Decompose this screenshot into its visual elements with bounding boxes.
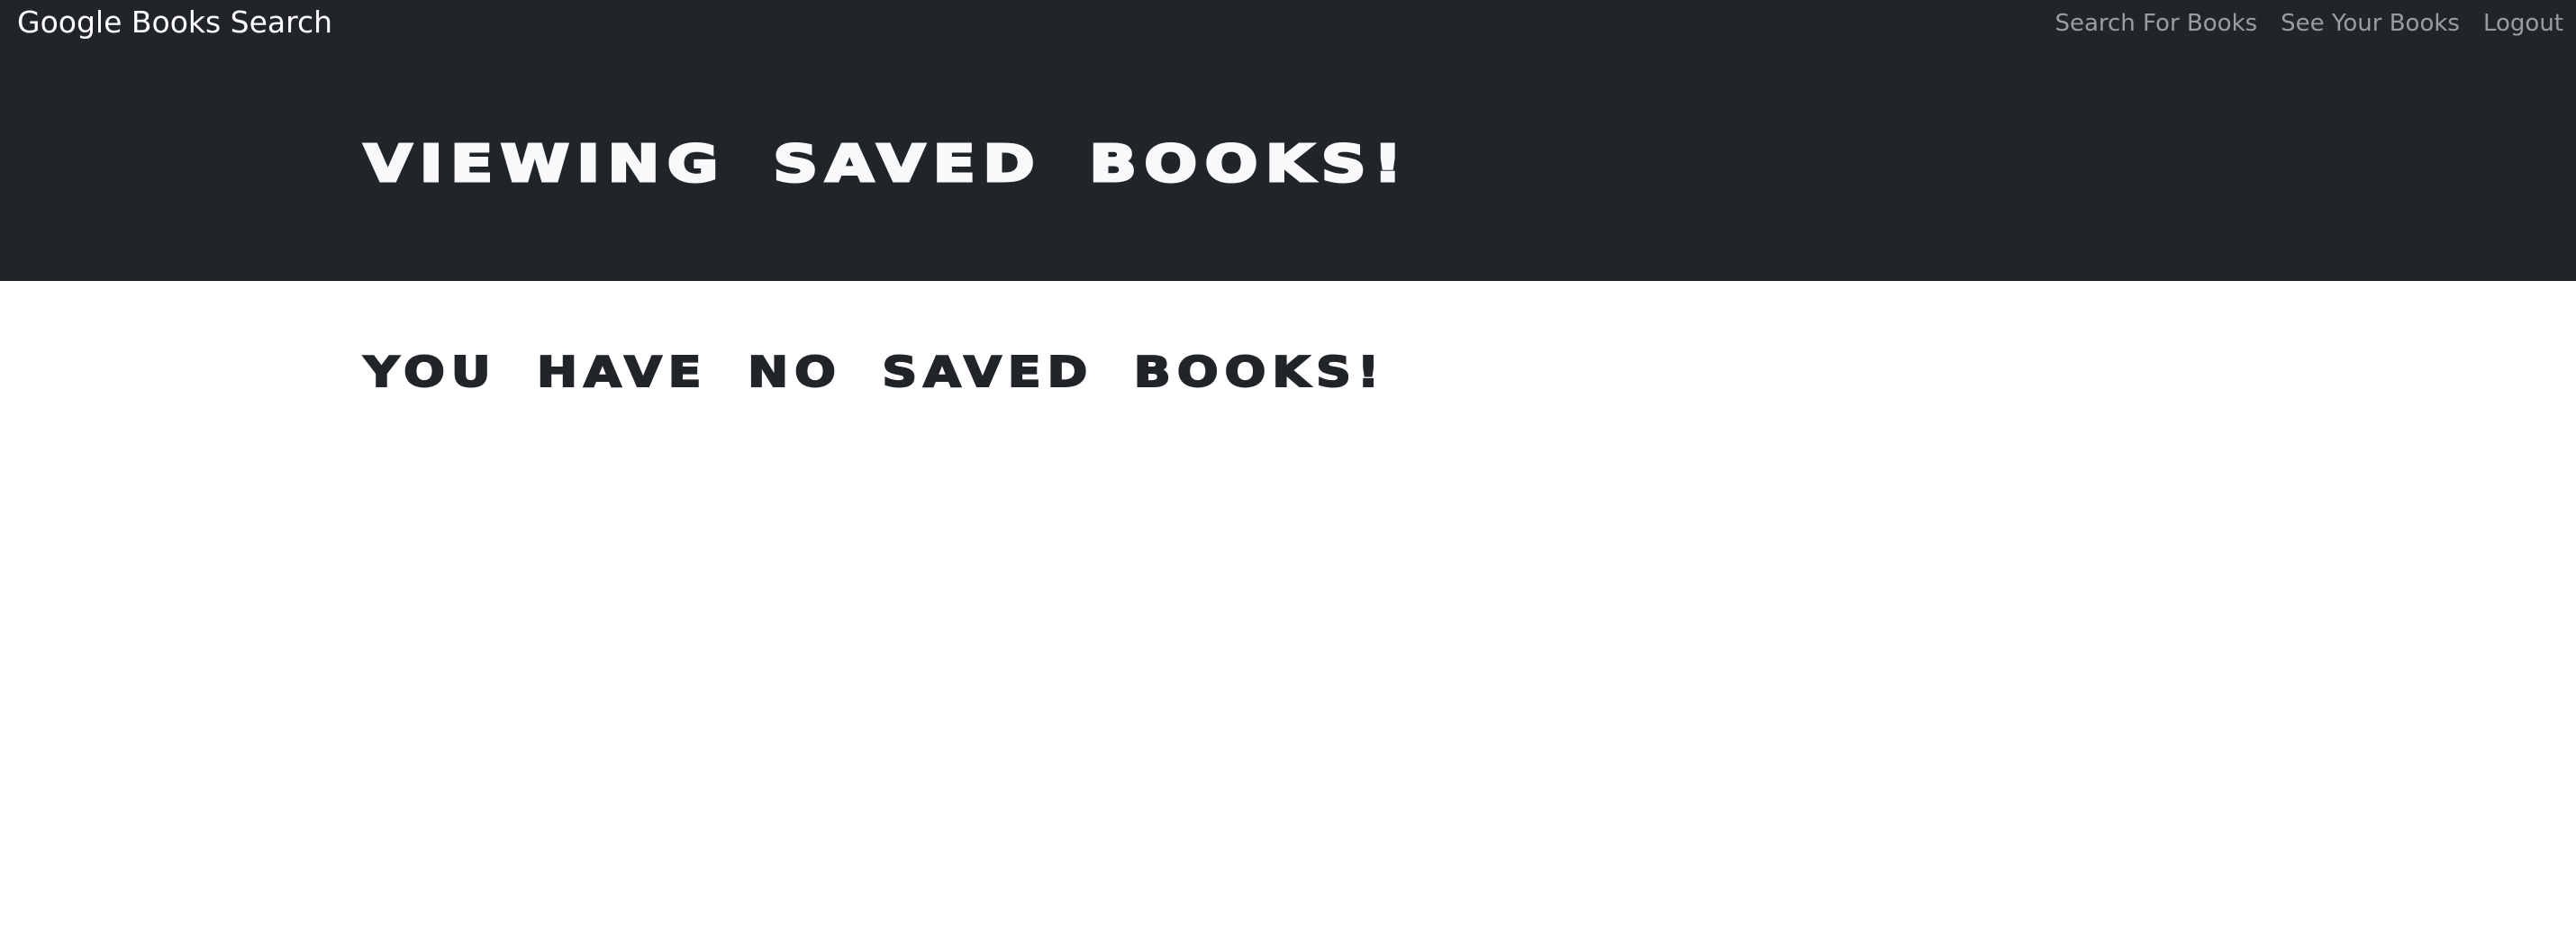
nav-link-search-books[interactable]: Search For Books — [2054, 9, 2257, 38]
navbar-brand[interactable]: Google Books Search — [17, 5, 332, 40]
page-title: Viewing saved books! — [362, 134, 1410, 195]
empty-state-message: You have no saved books! — [363, 347, 1386, 397]
hero-banner: Viewing saved books! — [0, 47, 2576, 281]
navbar: Google Books Search Search For Books See… — [0, 0, 2576, 47]
nav-link-see-your-books[interactable]: See Your Books — [2281, 9, 2460, 38]
nav-link-logout[interactable]: Logout — [2483, 9, 2563, 38]
navbar-links: Search For Books See Your Books Logout — [2054, 9, 2576, 38]
